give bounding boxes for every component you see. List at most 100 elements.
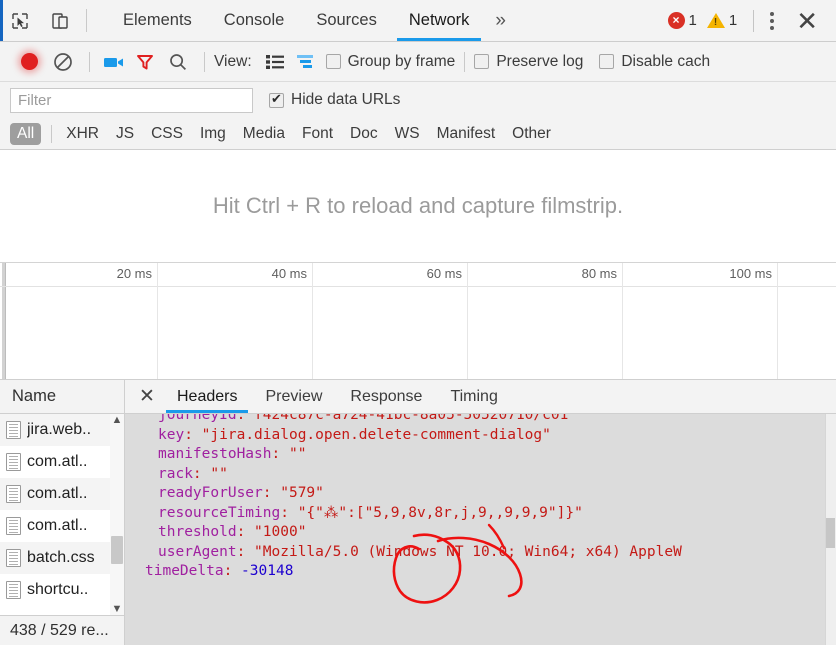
payload-line: timeDelta: -30148 bbox=[145, 563, 294, 579]
filter-funnel-icon[interactable] bbox=[129, 52, 161, 72]
type-filter-all[interactable]: All bbox=[10, 122, 42, 145]
tab-timing[interactable]: Timing bbox=[436, 380, 511, 413]
tab-elements[interactable]: Elements bbox=[107, 0, 208, 41]
request-name: com.atl.. bbox=[27, 517, 88, 534]
payload-value: "Mozilla/5.0 (Windows NT 10.0; Win64; x6… bbox=[254, 543, 682, 560]
filmstrip-message: Hit Ctrl + R to reload and capture films… bbox=[212, 193, 624, 218]
checkbox-box bbox=[599, 54, 615, 69]
tab-console[interactable]: Console bbox=[208, 0, 301, 41]
toolbar-divider-3 bbox=[464, 51, 466, 72]
overview-tick-40ms: 40 ms bbox=[271, 266, 307, 281]
warning-count: 1 bbox=[728, 12, 738, 29]
type-filter-ws[interactable]: WS bbox=[388, 123, 427, 145]
toolbar-divider-1 bbox=[89, 51, 90, 72]
payload-key: key bbox=[158, 426, 185, 443]
payload-value: -30148 bbox=[241, 563, 294, 579]
kebab-menu-icon[interactable] bbox=[760, 11, 784, 30]
request-list-header[interactable]: Name bbox=[0, 380, 124, 414]
more-tabs-icon[interactable]: » bbox=[485, 0, 516, 41]
error-icon: × bbox=[667, 12, 685, 29]
record-button-icon[interactable] bbox=[12, 53, 46, 70]
close-icon[interactable]: ✕ bbox=[784, 8, 830, 34]
payload-value: "579" bbox=[280, 485, 324, 501]
tab-response-label: Response bbox=[350, 387, 423, 405]
document-icon bbox=[6, 517, 21, 535]
detail-scrollbar-thumb[interactable] bbox=[826, 518, 835, 548]
request-status-bar: 438 / 529 re... bbox=[0, 615, 124, 645]
preserve-log-label: Preserve log bbox=[496, 52, 584, 70]
tab-preview-label: Preview bbox=[265, 387, 323, 405]
request-list-scrollbar[interactable]: ▲ ▼ bbox=[110, 414, 124, 615]
tab-network[interactable]: Network bbox=[393, 0, 486, 41]
table-row[interactable]: jira.web.. bbox=[0, 414, 124, 446]
search-icon[interactable] bbox=[161, 52, 195, 72]
type-filter-img[interactable]: Img bbox=[193, 123, 233, 145]
payload-line: manifestoHash: "" bbox=[158, 446, 307, 462]
type-filter-doc[interactable]: Doc bbox=[343, 123, 385, 145]
overview-ruler: 20 ms 40 ms 60 ms 80 ms 100 ms bbox=[0, 263, 836, 379]
tab-response[interactable]: Response bbox=[336, 380, 436, 413]
document-icon bbox=[6, 421, 21, 439]
detail-tabs: ✕ Headers Preview Response Timing bbox=[125, 380, 836, 414]
table-row[interactable]: com.atl.. bbox=[0, 510, 124, 542]
payload-key: rack bbox=[158, 465, 193, 482]
waterfall-view-icon[interactable] bbox=[290, 54, 322, 70]
request-name: shortcu.. bbox=[27, 581, 89, 598]
disable-cache-checkbox[interactable]: Disable cach bbox=[599, 53, 710, 71]
table-row[interactable]: com.atl.. bbox=[0, 478, 124, 510]
request-name: jira.web.. bbox=[27, 421, 92, 438]
list-view-icon[interactable] bbox=[260, 54, 290, 70]
preserve-log-checkbox[interactable]: Preserve log bbox=[474, 53, 583, 71]
type-filter-other[interactable]: Other bbox=[505, 123, 558, 145]
tab-headers[interactable]: Headers bbox=[163, 380, 251, 413]
payload-key: readyForUser bbox=[158, 485, 263, 501]
payload-line: resourceTiming: "{"⁂":["5,9,8v,8r,j,9,,9… bbox=[158, 504, 583, 521]
toolbar-divider-2 bbox=[204, 51, 205, 72]
scrollbar-thumb[interactable] bbox=[111, 536, 123, 564]
type-filter-media[interactable]: Media bbox=[236, 123, 292, 145]
headers-payload-view[interactable]: journeyId: f424c87c-a724-41bc-8a05-50520… bbox=[125, 414, 836, 645]
request-name: com.atl.. bbox=[27, 485, 88, 502]
tab-preview[interactable]: Preview bbox=[251, 380, 336, 413]
payload-value: "" bbox=[288, 446, 307, 462]
type-filter-xhr[interactable]: XHR bbox=[59, 123, 106, 145]
warning-badge[interactable]: ! 1 bbox=[706, 12, 738, 29]
type-filter-font[interactable]: Font bbox=[295, 123, 340, 145]
payload-line: readyForUser: "579" bbox=[158, 485, 324, 501]
error-badge[interactable]: × 1 bbox=[667, 12, 697, 29]
scroll-down-icon[interactable]: ▼ bbox=[112, 603, 123, 615]
detail-close-icon[interactable]: ✕ bbox=[131, 380, 163, 413]
network-overview[interactable]: 20 ms 40 ms 60 ms 80 ms 100 ms bbox=[0, 263, 836, 380]
group-by-frame-label: Group by frame bbox=[347, 52, 456, 70]
filmstrip-panel: Hit Ctrl + R to reload and capture films… bbox=[0, 150, 836, 263]
request-name: batch.css bbox=[27, 549, 95, 566]
warning-icon: ! bbox=[706, 13, 725, 28]
group-by-frame-checkbox[interactable]: Group by frame bbox=[325, 52, 456, 71]
payload-key: userAgent bbox=[158, 543, 237, 560]
filmstrip-camera-icon[interactable] bbox=[99, 54, 129, 70]
table-row[interactable]: com.atl.. bbox=[0, 446, 124, 478]
payload-line: userAgent: "Mozilla/5.0 (Windows NT 10.0… bbox=[158, 543, 682, 560]
type-filter-css[interactable]: CSS bbox=[144, 123, 190, 145]
payload-key: threshold bbox=[158, 524, 237, 540]
type-filter-manifest[interactable]: Manifest bbox=[430, 123, 503, 145]
clear-icon[interactable] bbox=[46, 52, 80, 72]
payload-line: rack: "" bbox=[158, 465, 228, 482]
table-row[interactable]: batch.css bbox=[0, 542, 124, 574]
filter-input[interactable] bbox=[10, 87, 253, 113]
request-rows[interactable]: jira.web.. com.atl.. com.atl.. com.atl..… bbox=[0, 414, 124, 615]
overview-tick-80ms: 80 ms bbox=[581, 266, 617, 281]
tab-sources[interactable]: Sources bbox=[300, 0, 393, 41]
table-row[interactable]: shortcu.. bbox=[0, 574, 124, 606]
type-filter-js[interactable]: JS bbox=[109, 123, 141, 145]
column-header-name: Name bbox=[12, 387, 57, 405]
hide-data-urls-checkbox[interactable]: Hide data URLs bbox=[269, 91, 400, 109]
device-toolbar-icon[interactable] bbox=[40, 0, 80, 41]
panel-tabs: Elements Console Sources Network » bbox=[107, 0, 516, 41]
cursor-select-icon[interactable] bbox=[0, 0, 40, 41]
document-icon bbox=[6, 485, 21, 503]
scroll-up-icon[interactable]: ▲ bbox=[112, 414, 123, 426]
tab-headers-label: Headers bbox=[177, 387, 238, 405]
resource-type-filters: All XHR JS CSS Img Media Font Doc WS Man… bbox=[0, 118, 836, 150]
network-toolbar: View: Group by frame Preserve log Disabl… bbox=[0, 42, 836, 82]
